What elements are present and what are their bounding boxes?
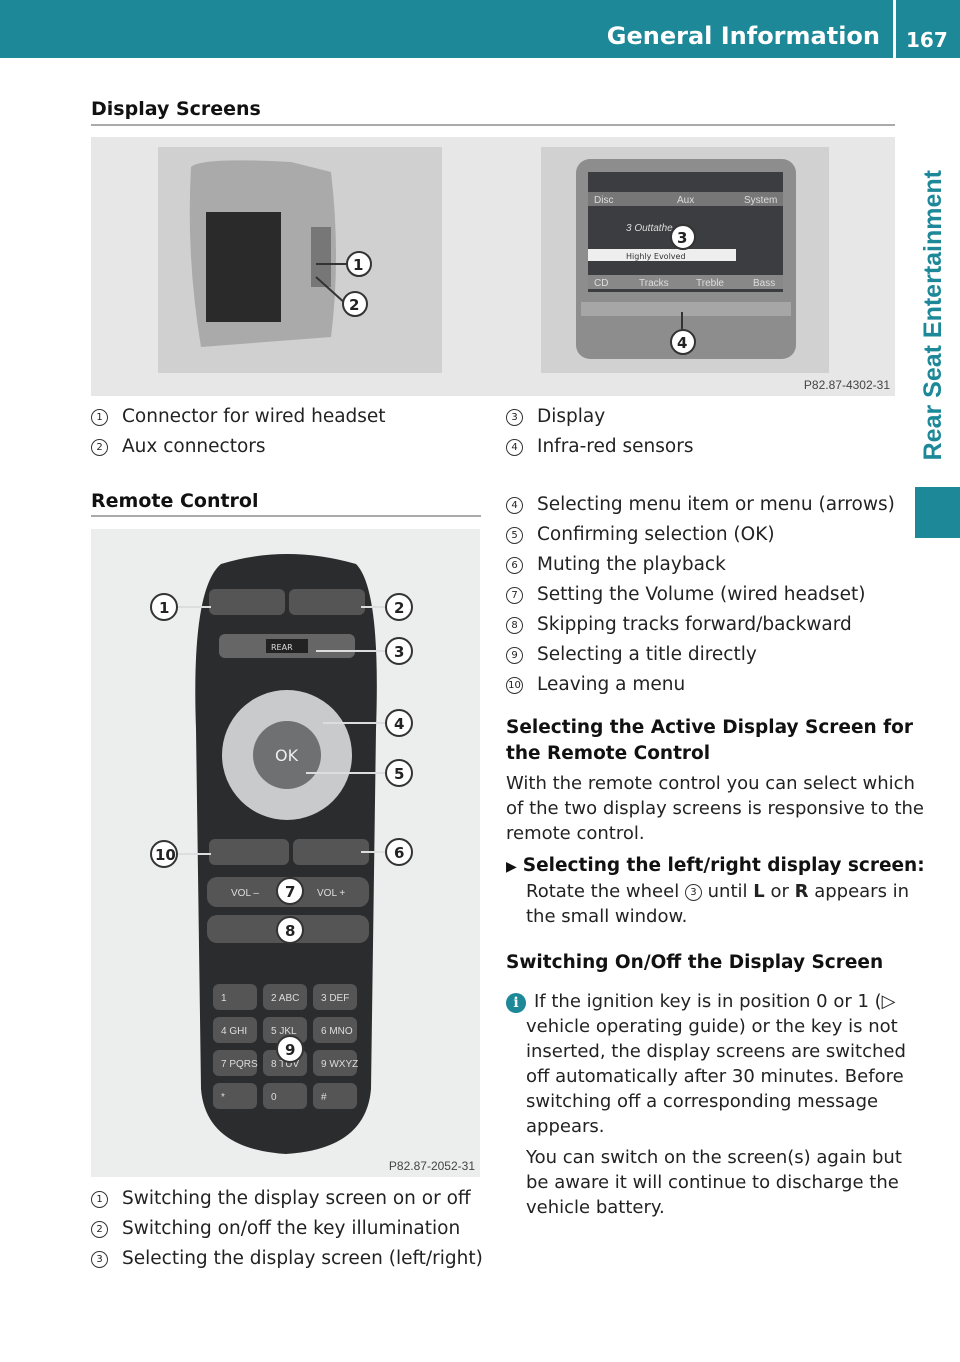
legend-item: 7 Setting the Volume (wired headset) <box>506 584 865 605</box>
callout-label: 4 <box>394 715 404 733</box>
side-tab-label: Rear Seat Entertainment <box>918 169 947 461</box>
callout-label: 3 <box>394 643 404 661</box>
keypad-key-label: 6 MNO <box>321 1026 353 1037</box>
svg-text:Treble: Treble <box>696 278 724 289</box>
page-number: 167 <box>906 28 948 52</box>
remote-control-illustration: REAR OK VOL – VOL + 12 ABC 3 DEF4 GHI 5 JK… <box>150 554 413 1154</box>
page-header: General Information 167 <box>0 0 960 58</box>
svg-text:VOL +: VOL + <box>317 888 345 899</box>
figure-code: P82.87-4302-31 <box>803 378 890 392</box>
side-tab: Rear Seat Entertainment <box>913 150 953 480</box>
svg-text:REAR: REAR <box>271 643 293 652</box>
svg-text:CD: CD <box>594 278 608 289</box>
legend-item: 3 Display <box>506 406 605 427</box>
info-icon: i <box>506 993 526 1013</box>
keypad-key-label: 4 GHI <box>221 1026 247 1037</box>
svg-text:VOL –: VOL – <box>231 888 259 899</box>
legend-item: 1 Switching the display screen on or off <box>91 1188 471 1209</box>
keypad-key-label: # <box>321 1092 327 1103</box>
header-title: General Information <box>606 22 880 50</box>
step-text: Rotate the wheel 3 until L or R appears … <box>526 881 910 927</box>
callout-label: 7 <box>285 883 295 901</box>
callout-label: 9 <box>285 1041 295 1059</box>
callout-label: 8 <box>285 922 295 940</box>
display-screens-illustration: 1 2 Disc Aux System 3 Outtathe... Highly… <box>158 147 829 373</box>
svg-text:Aux: Aux <box>677 195 694 206</box>
legend-item: 8 Skipping tracks forward/backward <box>506 614 852 635</box>
section-heading-remote-control: Remote Control <box>91 490 259 512</box>
callout-label: 6 <box>394 844 404 862</box>
section-heading-display-screens: Display Screens <box>91 98 261 120</box>
legend-item: 9 Selecting a title directly <box>506 644 757 665</box>
legend-item: 10 Leaving a menu <box>506 674 685 695</box>
keypad-key-label: 9 WXYZ <box>321 1059 358 1070</box>
callout-label: 5 <box>394 765 404 783</box>
svg-text:Highly Evolved: Highly Evolved <box>626 252 686 261</box>
keypad-key <box>263 1083 307 1109</box>
figure-code: P82.87-2052-31 <box>388 1159 475 1173</box>
svg-text:4: 4 <box>677 334 687 352</box>
keypad-key <box>213 984 257 1010</box>
keypad-key-label: 7 PQRS <box>221 1059 258 1070</box>
legend-item: 5 Confirming selection (OK) <box>506 524 775 545</box>
svg-text:OK: OK <box>275 746 299 765</box>
keypad-key <box>313 1083 357 1109</box>
subheading-active-screen: Selecting the Active Display Screen for t… <box>506 717 913 764</box>
subheading-switching: Switching On/Off the Display Screen <box>506 952 884 973</box>
legend-item: 3 Selecting the display screen (left/righ… <box>91 1248 483 1269</box>
side-tab-marker <box>915 487 960 538</box>
divider <box>91 124 895 126</box>
svg-text:Disc: Disc <box>594 195 613 206</box>
paragraph: You can switch on the screen(s) again bu… <box>526 1147 902 1218</box>
legend-item: 6 Muting the playback <box>506 554 726 575</box>
callout-label: 2 <box>394 599 404 617</box>
divider <box>91 515 481 517</box>
legend-item: 4 Infra-red sensors <box>506 436 693 457</box>
divider <box>893 0 896 58</box>
legend-item: 1 Connector for wired headset <box>91 406 386 427</box>
keypad-key <box>213 1083 257 1109</box>
paragraph: With the remote control you can select w… <box>506 773 924 844</box>
legend-item: 2 Aux connectors <box>91 436 266 457</box>
svg-text:2: 2 <box>349 296 359 314</box>
svg-text:1: 1 <box>353 256 363 274</box>
keypad-key-label: 1 <box>221 993 227 1004</box>
svg-text:Bass: Bass <box>753 278 775 289</box>
svg-text:System: System <box>744 195 777 206</box>
keypad-key-label: * <box>221 1092 225 1103</box>
legend-item: 4 Selecting menu item or menu (arrows) <box>506 494 895 515</box>
svg-text:3: 3 <box>677 229 687 247</box>
remote-control-figure: REAR OK VOL – VOL + 12 ABC 3 DEF 4 GHI 5 JK… <box>91 529 480 1177</box>
callout-label: 10 <box>155 846 176 864</box>
legend-item: 2 Switching on/off the key illumination <box>91 1218 460 1239</box>
display-screens-figure: 1 2 Disc Aux System 3 Outtathe... Highly… <box>91 137 895 396</box>
keypad-key-label: 0 <box>271 1092 277 1103</box>
callout-label: 1 <box>159 599 169 617</box>
info-note: i If the ignition key is in position 0 or… <box>506 989 906 1139</box>
keypad-key-label: 3 DEF <box>321 993 349 1004</box>
keypad-key-label: 2 ABC <box>271 993 299 1004</box>
svg-text:Tracks: Tracks <box>639 278 669 289</box>
step-title: ▶ Selecting the left/right display screen… <box>506 855 925 876</box>
